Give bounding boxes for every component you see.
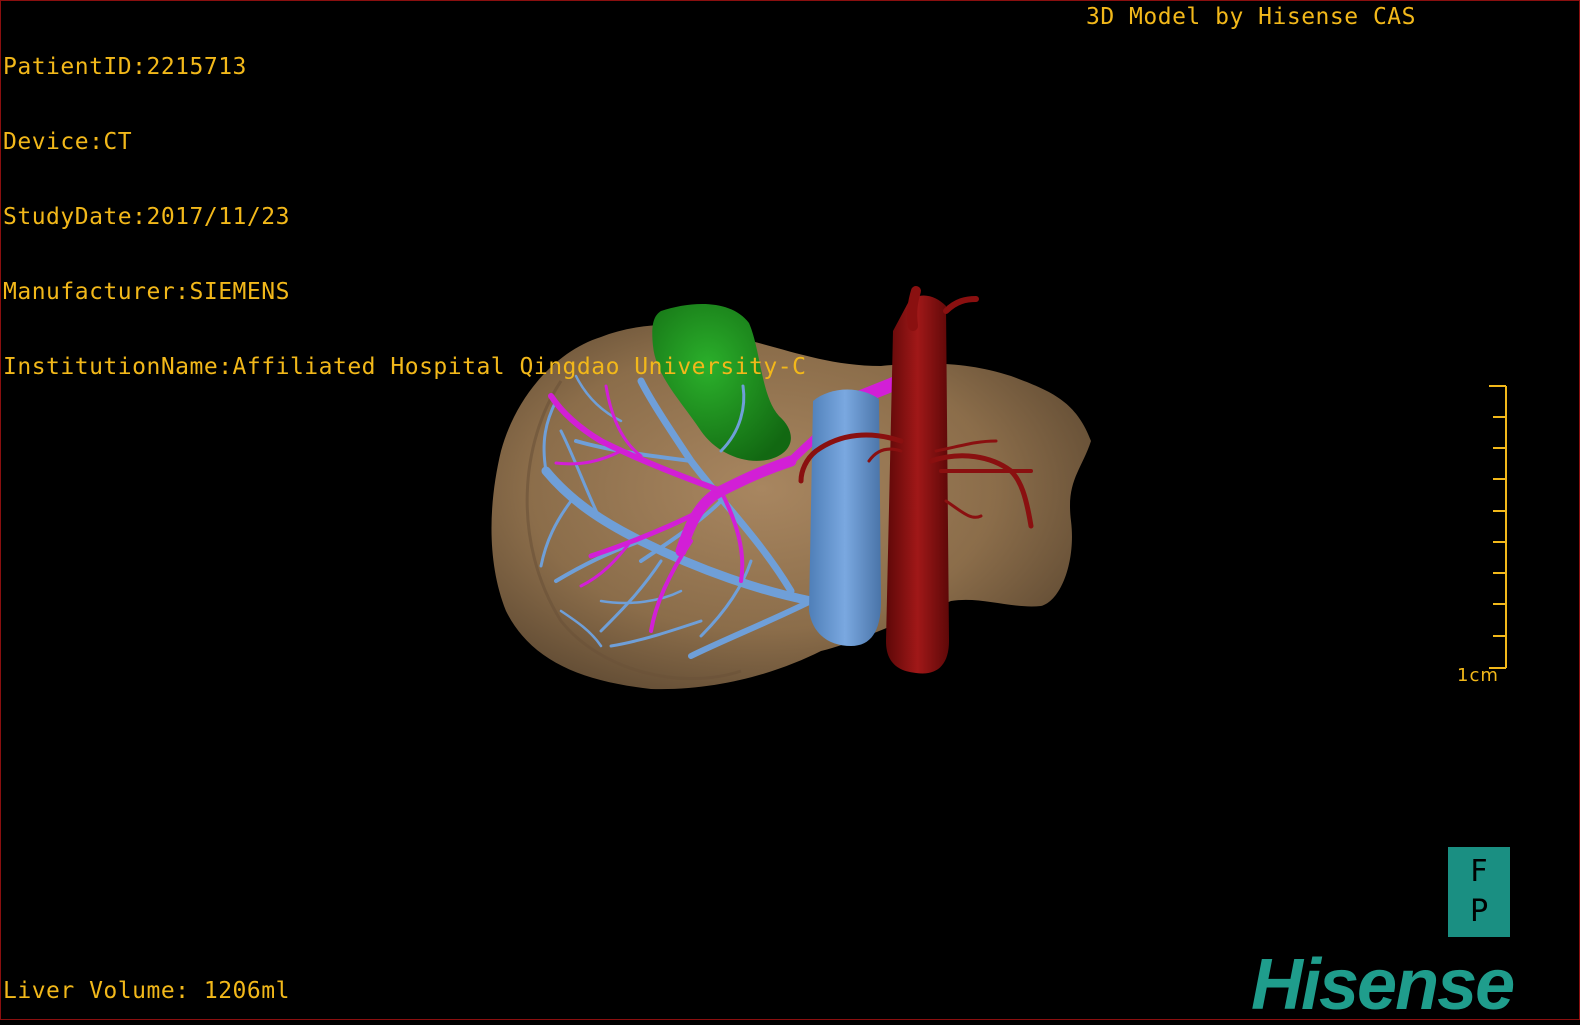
orientation-bottom-label: P [1469, 894, 1489, 929]
orientation-indicator[interactable]: F P [1448, 847, 1510, 937]
scale-bar [1489, 385, 1507, 669]
patient-id-label: PatientID:2215713 [3, 54, 247, 80]
institution-label: InstitutionName:Affiliated Hospital Qing… [3, 354, 807, 380]
model-credit-label: 3D Model by Hisense CAS [1086, 4, 1416, 30]
device-label: Device:CT [3, 129, 133, 155]
patient-info-overlay: PatientID:2215713 Device:CT StudyDate:20… [3, 5, 806, 430]
scale-bar-label: 1cm [1457, 665, 1499, 686]
manufacturer-label: Manufacturer:SIEMENS [3, 279, 290, 305]
inferior-vena-cava [809, 389, 881, 646]
3d-viewport[interactable]: PatientID:2215713 Device:CT StudyDate:20… [0, 0, 1580, 1025]
hisense-logo: Hisense [1251, 945, 1515, 1025]
liver-volume-label: Liver Volume: 1206ml [3, 978, 290, 1004]
study-date-label: StudyDate:2017/11/23 [3, 204, 290, 230]
orientation-top-label: F [1470, 854, 1488, 889]
